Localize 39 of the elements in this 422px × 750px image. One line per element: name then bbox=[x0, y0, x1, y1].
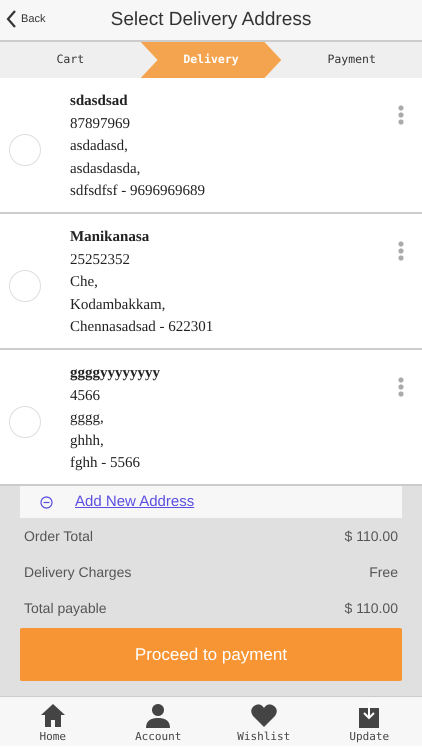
page-title: Select Delivery Address bbox=[110, 8, 312, 32]
address-phone: 87897969 bbox=[70, 114, 131, 134]
address-line: asdasdasda, bbox=[70, 160, 142, 178]
person-icon bbox=[144, 702, 172, 728]
total-value: $ 110.00 bbox=[344, 598, 398, 618]
total-label: Delivery Charges bbox=[24, 562, 132, 582]
address-name: sdasdsad bbox=[70, 92, 129, 111]
nav-item[interactable]: Home bbox=[0, 697, 106, 745]
home-icon bbox=[38, 702, 67, 728]
total-label: Total payable bbox=[24, 598, 107, 618]
back-button[interactable]: Back bbox=[6, 10, 46, 28]
minus-circle-icon bbox=[40, 496, 53, 508]
address-line: ghhh, bbox=[70, 432, 105, 450]
total-value: $ 110.00 bbox=[344, 526, 398, 546]
address-line: Kodambakkam, bbox=[70, 296, 166, 314]
address-phone: 4566 bbox=[70, 386, 101, 406]
address-line: gggg, bbox=[70, 409, 105, 428]
address-name: ggggyyyyyyyy bbox=[70, 364, 160, 383]
address-line: asdadasd, bbox=[70, 137, 129, 156]
address-line: Chennasadsad - 622301 bbox=[70, 318, 214, 337]
radio-button[interactable] bbox=[9, 270, 41, 302]
more-icon[interactable] bbox=[398, 376, 404, 397]
radio-button[interactable] bbox=[9, 406, 41, 438]
more-icon[interactable] bbox=[398, 104, 404, 125]
total-value: Free bbox=[369, 562, 398, 582]
address-name: Manikanasa bbox=[70, 228, 150, 247]
address-line: fghh - 5566 bbox=[70, 454, 141, 473]
address-line: Che, bbox=[70, 273, 99, 292]
total-label: Order Total bbox=[24, 526, 93, 546]
radio-button[interactable] bbox=[9, 134, 41, 166]
nav-item[interactable]: Account bbox=[106, 697, 211, 745]
nav-item[interactable]: Wishlist bbox=[211, 697, 316, 745]
heart-icon bbox=[250, 702, 278, 728]
nav-item[interactable]: Update bbox=[316, 697, 422, 745]
more-icon[interactable] bbox=[398, 240, 404, 261]
address-phone: 25252352 bbox=[70, 250, 131, 270]
address-line: sdfsdfsf - 9696969689 bbox=[70, 182, 205, 201]
back-icon bbox=[6, 10, 17, 28]
add-address-link[interactable]: Add New Address bbox=[75, 490, 194, 514]
